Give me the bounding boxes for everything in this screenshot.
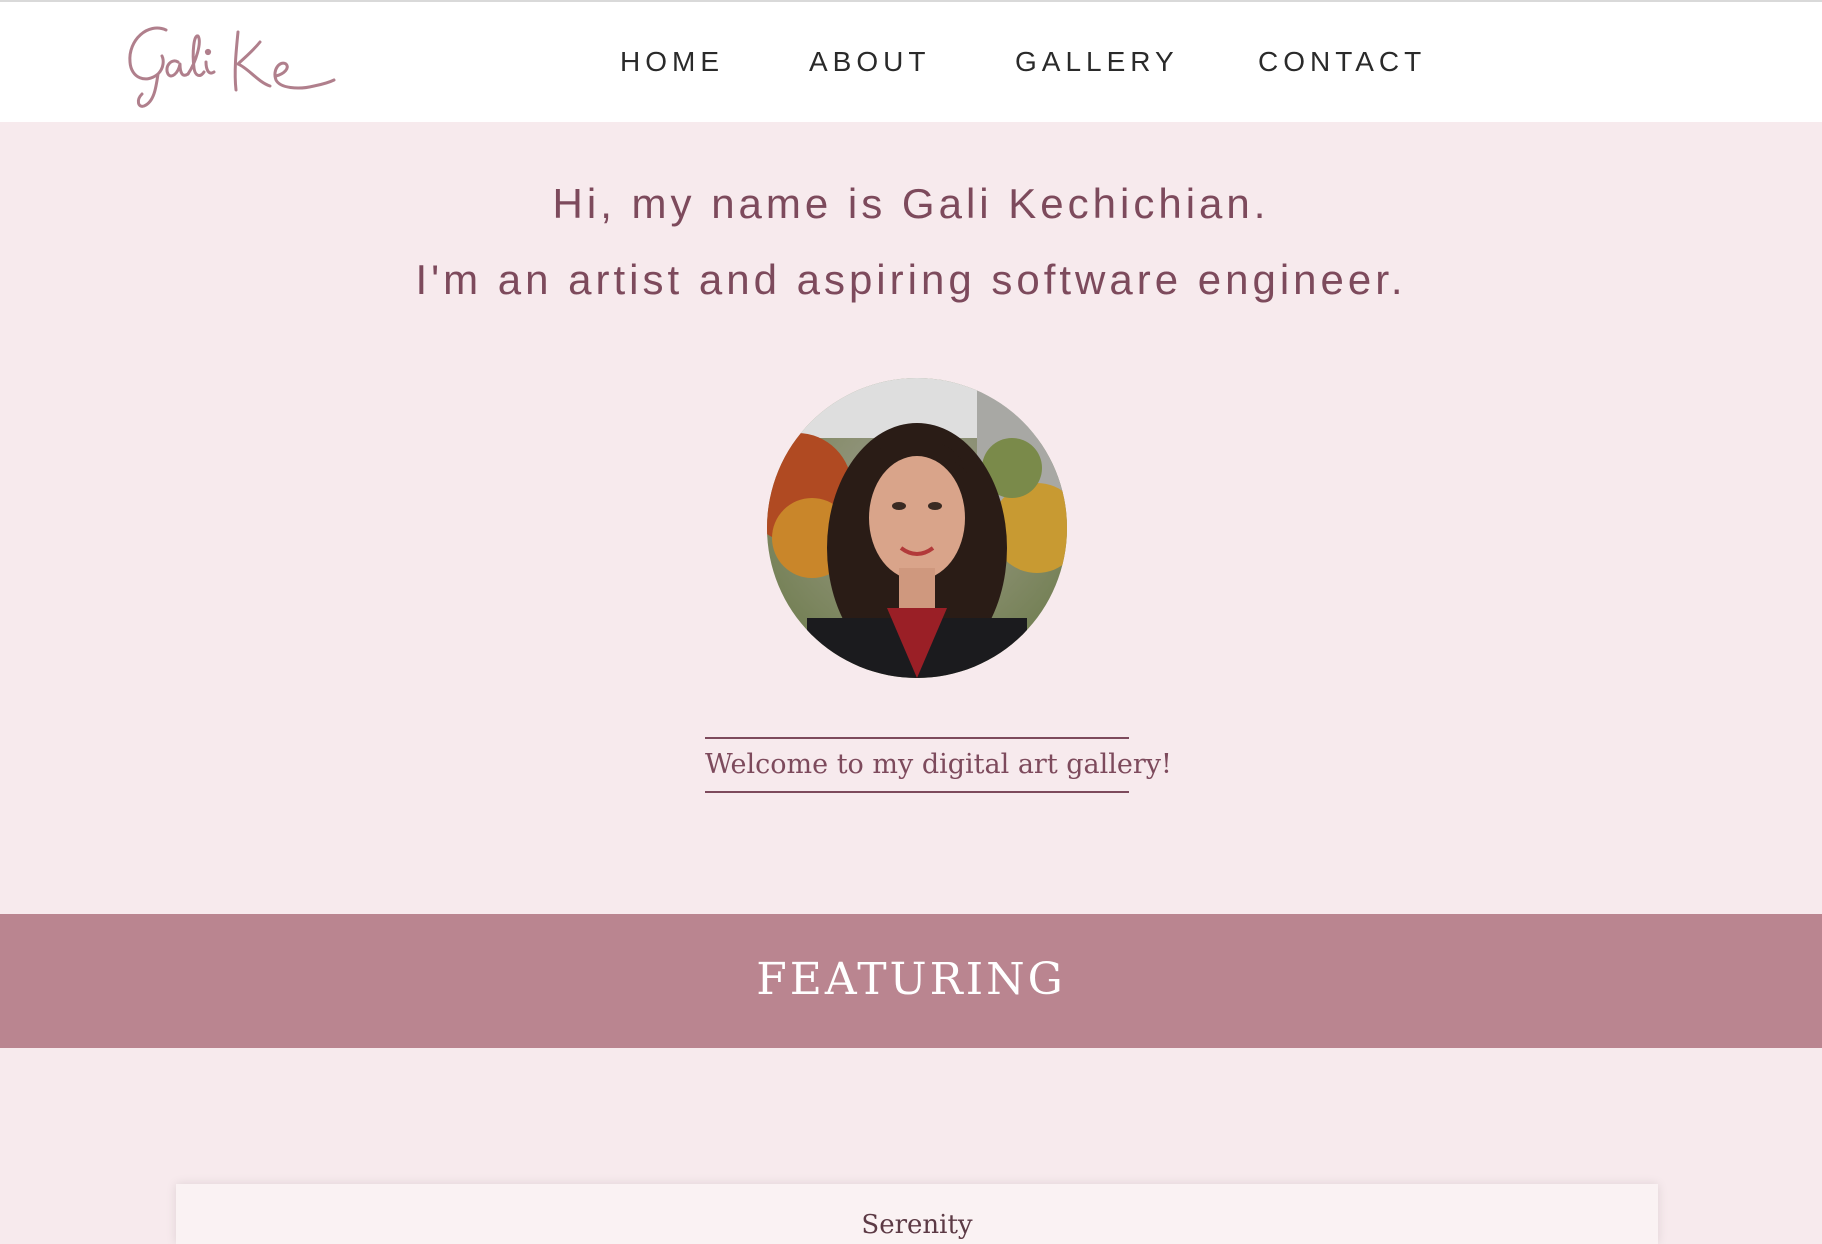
profile-photo: [767, 378, 1067, 678]
main-nav: HOME ABOUT GALLERY CONTACT: [0, 46, 1822, 86]
nav-about-link[interactable]: ABOUT: [809, 46, 930, 78]
nav-contact-link[interactable]: CONTACT: [1258, 46, 1426, 78]
hero-section: Hi, my name is Gali Kechichian. I'm an a…: [0, 122, 1822, 914]
nav-gallery-link[interactable]: GALLERY: [1015, 46, 1179, 78]
artwork-card-title: Serenity: [861, 1210, 973, 1240]
welcome-banner: Welcome to my digital art gallery!: [705, 737, 1172, 793]
artwork-card[interactable]: Serenity: [176, 1184, 1658, 1244]
gallery-section: Serenity: [0, 1048, 1822, 1244]
site-header: HOME ABOUT GALLERY CONTACT: [0, 2, 1822, 122]
nav-home-link[interactable]: HOME: [620, 46, 724, 78]
featuring-title: FEATURING: [756, 954, 1066, 1005]
intro-line-2: I'm an artist and aspiring software engi…: [415, 256, 1407, 303]
featuring-section-header: FEATURING: [0, 914, 1822, 1048]
intro-line-1: Hi, my name is Gali Kechichian.: [552, 180, 1270, 227]
